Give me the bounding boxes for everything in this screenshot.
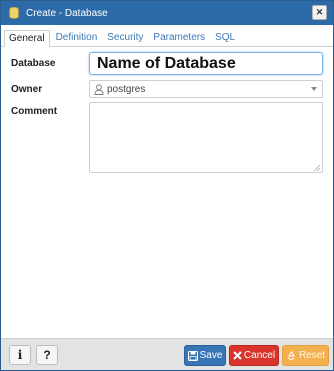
- owner-label: Owner: [11, 84, 43, 95]
- close-button[interactable]: ✕: [312, 5, 327, 20]
- tab-definition[interactable]: Definition: [52, 30, 102, 46]
- database-label: Database: [11, 58, 56, 69]
- tab-bar: General Definition Security Parameters S…: [1, 30, 333, 47]
- create-database-dialog: Create - Database ✕ General Definition S…: [0, 0, 334, 371]
- cancel-label: Cancel: [243, 350, 276, 361]
- database-icon: [8, 7, 20, 20]
- save-button[interactable]: Save: [184, 345, 226, 366]
- dialog-title: Create - Database: [26, 7, 108, 19]
- reset-button[interactable]: Reset: [282, 345, 329, 366]
- save-label: Save: [199, 350, 223, 361]
- database-name-input[interactable]: Name of Database: [89, 52, 323, 75]
- resize-grip-icon[interactable]: [313, 163, 321, 172]
- tab-general[interactable]: General: [4, 30, 50, 47]
- help-button[interactable]: ?: [36, 345, 58, 365]
- cancel-button[interactable]: Cancel: [229, 345, 279, 366]
- dialog-footer: i ? Save Cancel Reset: [1, 338, 333, 370]
- user-icon: [94, 83, 104, 95]
- owner-select[interactable]: postgres: [89, 80, 323, 98]
- comment-textarea[interactable]: [89, 102, 323, 173]
- owner-value: postgres: [107, 83, 146, 95]
- close-icon: ✕: [315, 7, 324, 17]
- reset-icon: [287, 350, 295, 361]
- info-icon: i: [17, 348, 23, 362]
- reset-label: Reset: [298, 350, 326, 361]
- tab-sql[interactable]: SQL: [211, 30, 239, 46]
- tab-parameters[interactable]: Parameters: [149, 30, 209, 46]
- chevron-down-icon[interactable]: [311, 87, 317, 91]
- help-icon: ?: [43, 348, 51, 362]
- cancel-icon: [233, 351, 242, 360]
- comment-label: Comment: [11, 106, 58, 117]
- save-icon: [187, 350, 198, 361]
- dialog-titlebar[interactable]: Create - Database ✕: [1, 1, 333, 25]
- tab-security[interactable]: Security: [103, 30, 147, 46]
- info-button[interactable]: i: [9, 345, 31, 365]
